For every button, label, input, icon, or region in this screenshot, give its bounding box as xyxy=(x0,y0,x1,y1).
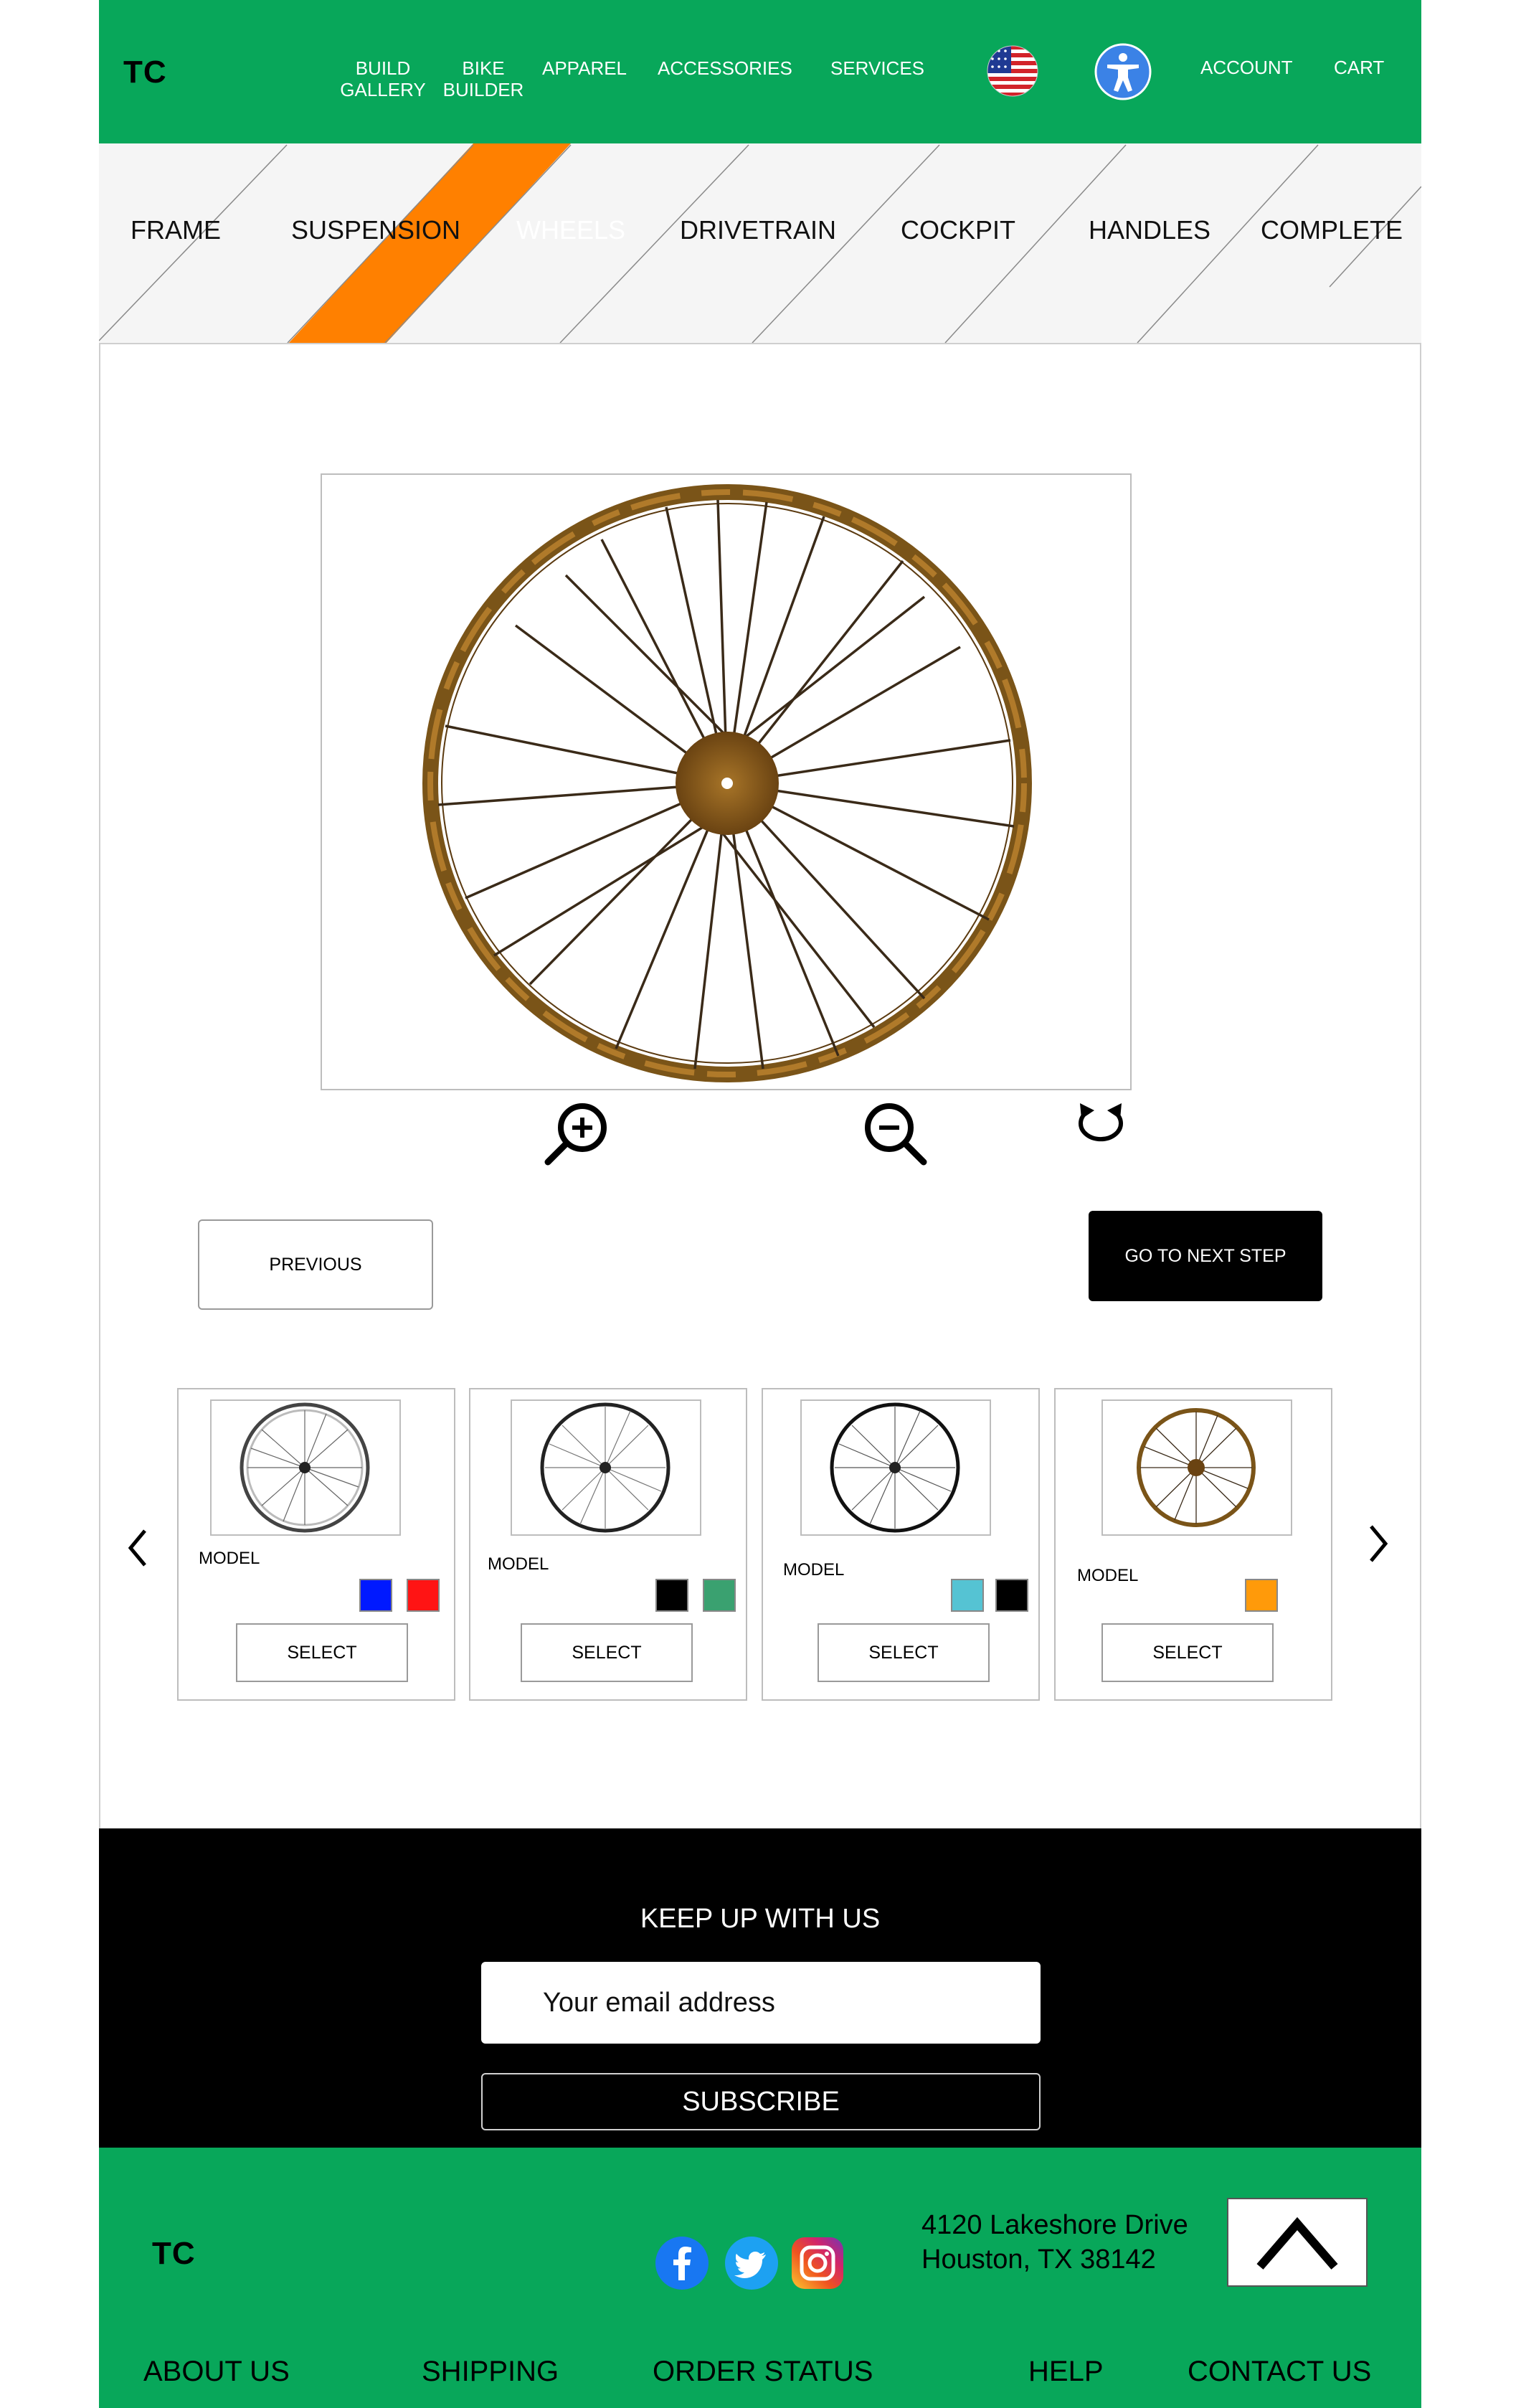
step-frame[interactable]: FRAME xyxy=(131,215,221,245)
chevron-up-icon xyxy=(1256,2216,1338,2270)
select-button[interactable]: SELECT xyxy=(1101,1623,1274,1682)
address-line1: 4120 Lakeshore Drive xyxy=(921,2210,1188,2240)
nav-apparel[interactable]: APPAREL xyxy=(542,57,627,79)
product-thumbnail xyxy=(511,1399,701,1536)
product-card[interactable]: MODEL SELECT xyxy=(177,1388,455,1701)
nav-accessories[interactable]: ACCESSORIES xyxy=(658,57,792,79)
color-swatch-green[interactable] xyxy=(703,1579,736,1612)
nav-cart[interactable]: CART xyxy=(1334,57,1384,78)
wheel-thumbnail-icon xyxy=(240,1402,370,1533)
color-swatch-blue[interactable] xyxy=(359,1579,392,1612)
color-swatch-red[interactable] xyxy=(407,1579,440,1612)
newsletter-title: KEEP UP WITH US xyxy=(640,1904,881,1934)
color-swatch-orange[interactable] xyxy=(1245,1579,1278,1612)
rotate-icon[interactable] xyxy=(1073,1100,1129,1151)
instagram-icon[interactable] xyxy=(790,2236,845,2290)
subscribe-button[interactable]: SUBSCRIBE xyxy=(481,2073,1041,2130)
step-wheels[interactable]: WHEELS xyxy=(516,215,625,245)
carousel-prev-icon[interactable] xyxy=(126,1528,148,1568)
product-viewer[interactable] xyxy=(321,473,1132,1090)
step-cockpit[interactable]: COCKPIT xyxy=(901,215,1015,245)
next-step-button[interactable]: GO TO NEXT STEP xyxy=(1089,1211,1322,1301)
builder-steps: FRAME SUSPENSION WHEELS DRIVETRAIN COCKP… xyxy=(99,143,1421,344)
select-button[interactable]: SELECT xyxy=(236,1623,408,1682)
site-footer: TC 4120 Lakeshore Drive Houston, TX 3814… xyxy=(99,2148,1421,2408)
step-complete[interactable]: COMPLETE xyxy=(1261,215,1403,245)
top-header: TC BUILD GALLERY BIKE BUILDER APPAREL AC… xyxy=(99,0,1421,143)
product-thumbnail xyxy=(210,1399,401,1536)
product-thumbnail xyxy=(800,1399,991,1536)
product-model: MODEL xyxy=(488,1554,549,1574)
wheel-thumbnail-icon xyxy=(830,1402,960,1533)
nav-bike-builder-line1: BIKE xyxy=(462,57,505,79)
footer-link-shipping[interactable]: SHIPPING xyxy=(422,2356,559,2388)
product-thumbnail xyxy=(1101,1399,1292,1536)
facebook-icon[interactable] xyxy=(655,2236,709,2290)
nav-build-gallery-line1: BUILD xyxy=(355,57,411,79)
wheel-image xyxy=(422,484,1032,1082)
select-button[interactable]: SELECT xyxy=(521,1623,693,1682)
product-card[interactable]: MODEL SELECT xyxy=(762,1388,1040,1701)
carousel-next-icon[interactable] xyxy=(1368,1524,1390,1564)
nav-build-gallery[interactable]: BUILD GALLERY xyxy=(333,57,433,100)
us-flag-icon[interactable] xyxy=(987,45,1038,97)
select-button[interactable]: SELECT xyxy=(818,1623,990,1682)
back-to-top-button[interactable] xyxy=(1227,2198,1368,2287)
footer-link-help[interactable]: HELP xyxy=(1028,2356,1104,2388)
color-swatch-teal[interactable] xyxy=(951,1579,984,1612)
step-suspension[interactable]: SUSPENSION xyxy=(291,215,460,245)
footer-link-order-status[interactable]: ORDER STATUS xyxy=(653,2356,873,2388)
color-swatch-black[interactable] xyxy=(655,1579,688,1612)
nav-build-gallery-line2: GALLERY xyxy=(340,79,426,100)
previous-button[interactable]: PREVIOUS xyxy=(198,1219,433,1310)
wheel-thumbnail-icon xyxy=(540,1402,671,1533)
nav-account[interactable]: ACCOUNT xyxy=(1200,57,1293,78)
newsletter-section: KEEP UP WITH US SUBSCRIBE xyxy=(99,1828,1421,2148)
product-card[interactable]: MODEL SELECT xyxy=(1054,1388,1332,1701)
nav-bike-builder-line2: BUILDER xyxy=(442,79,524,100)
zoom-in-icon[interactable] xyxy=(544,1100,611,1166)
product-card[interactable]: MODEL SELECT xyxy=(469,1388,747,1701)
product-model: MODEL xyxy=(783,1560,845,1580)
step-drivetrain[interactable]: DRIVETRAIN xyxy=(680,215,836,245)
footer-link-about-us[interactable]: ABOUT US xyxy=(143,2356,290,2388)
product-model: MODEL xyxy=(199,1549,260,1568)
address-line2: Houston, TX 38142 xyxy=(921,2244,1156,2275)
logo[interactable]: TC xyxy=(123,55,167,90)
accessibility-icon[interactable] xyxy=(1094,43,1152,100)
step-handles[interactable]: HANDLES xyxy=(1089,215,1210,245)
product-model: MODEL xyxy=(1077,1566,1139,1585)
address: 4120 Lakeshore Drive Houston, TX 38142 xyxy=(921,2208,1188,2277)
footer-link-contact-us[interactable]: CONTACT US xyxy=(1188,2356,1371,2388)
color-swatch-black[interactable] xyxy=(995,1579,1028,1612)
wheel-thumbnail-icon xyxy=(1137,1408,1256,1527)
email-input[interactable] xyxy=(481,1962,1041,2044)
twitter-icon[interactable] xyxy=(724,2236,779,2290)
nav-bike-builder[interactable]: BIKE BUILDER xyxy=(433,57,534,100)
nav-services[interactable]: SERVICES xyxy=(830,57,924,79)
footer-logo[interactable]: TC xyxy=(152,2236,196,2272)
zoom-out-icon[interactable] xyxy=(861,1100,928,1166)
